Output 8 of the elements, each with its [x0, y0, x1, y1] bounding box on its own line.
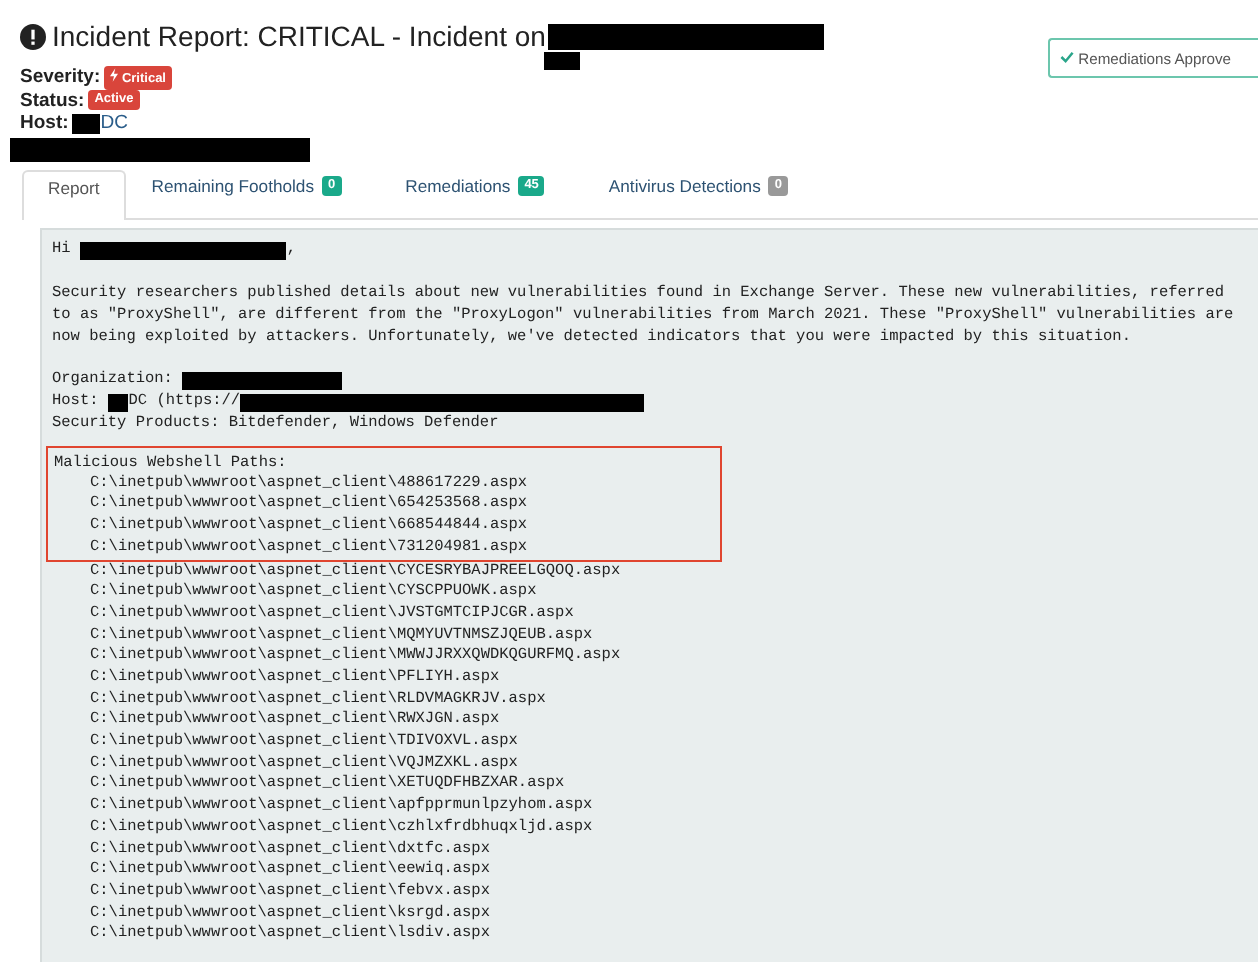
- page-title: Incident Report: CRITICAL - Incident on: [52, 20, 546, 52]
- alert-icon: [20, 23, 46, 49]
- field-label: Host:: [20, 112, 69, 135]
- host-link[interactable]: DC: [100, 112, 129, 135]
- check-icon: [1060, 49, 1074, 63]
- tab[interactable]: Report: [22, 169, 126, 219]
- field-label: Severity:: [20, 66, 101, 89]
- field-label: Status:: [20, 89, 85, 112]
